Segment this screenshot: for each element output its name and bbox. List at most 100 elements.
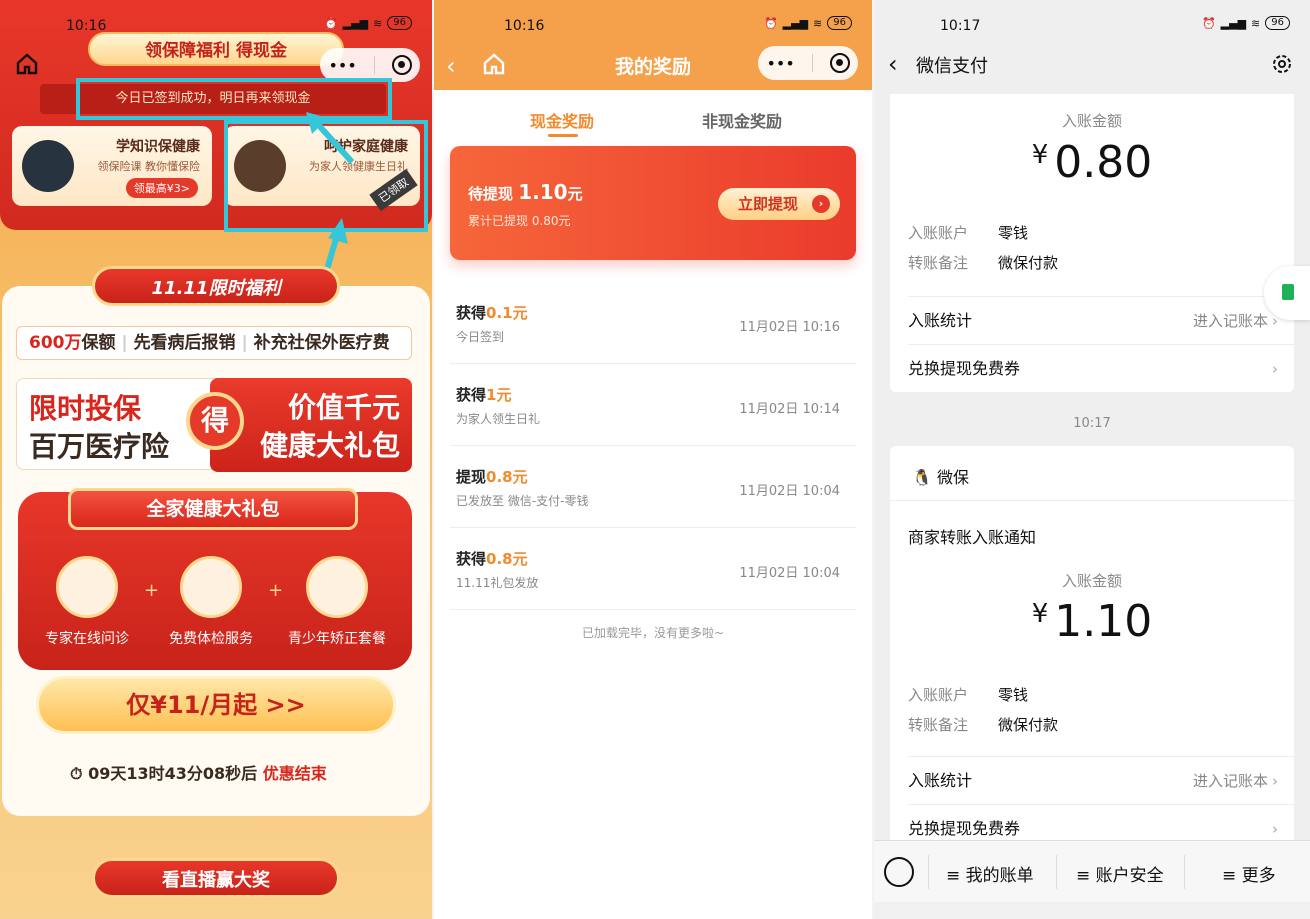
tab-cash[interactable]: 现金奖励 [530,108,594,132]
record-row: 获得0.1元 今日签到 11月02日 10:16 [450,282,856,364]
promo-left-line2: 百万医疗险 [29,430,170,463]
gear-icon[interactable] [1270,52,1294,76]
end-of-list: 已加载完毕，没有更多啦~ [581,626,725,640]
menu-account-security[interactable]: ≡ 账户安全 [1076,861,1164,886]
wifi-icon: ≋ [373,16,383,30]
status-time: 10:17 [940,18,981,34]
tag-amount: 600万 [29,333,82,353]
tag-coverage: 补充社保外医疗费 [253,333,390,353]
benefit-tags: 600万保额 | 先看病后报销 | 补充社保外医疗费 [16,326,412,360]
nav-bar-bottom [874,902,1310,919]
close-miniapp-icon[interactable] [391,55,412,75]
amount-value: ¥1.10 [1031,596,1153,647]
learn-insurance-card[interactable]: 学知识保健康 领保险课 教你懂保险 领最高¥3> [12,126,212,206]
back-icon[interactable]: ‹ [888,50,898,78]
floating-note-button[interactable] [1264,266,1310,320]
live-section-title: 看直播赢大奖 [92,858,340,898]
status-bar: 10:16 ⏰ ▂▄▆ ≋ 96 [434,14,872,38]
promo-right-line2: 健康大礼包 [259,429,400,462]
alarm-icon: ⏰ [1201,16,1216,30]
alarm-icon: ⏰ [323,16,338,30]
account-row: 入账账户 零钱 [908,686,1029,704]
subscribe-button[interactable]: 仅¥11/月起 >> [36,676,396,734]
stats-row[interactable]: 入账统计 进入记账本 › [908,296,1294,344]
rewards-page-panel: 10:16 ⏰ ▂▄▆ ≋ 96 ‹ 我的奖励 ••• 现金奖励 非现金奖励 待… [434,0,872,919]
gift-item-consult[interactable]: 专家在线问诊 [32,556,142,648]
voucher-row[interactable]: 兑换提现免费券 › [908,344,1294,392]
account-row: 入账账户 零钱 [908,224,1029,242]
section-title-1111: 11.11限时福利 [92,266,340,306]
learn-card-title: 学知识保健康 [116,139,200,155]
remark-row: 转账备注 微保付款 [908,254,1059,272]
status-icons: ⏰ ▂▄▆ ≋ 96 [1202,16,1290,30]
home-icon[interactable] [15,52,39,76]
promo-right-line1: 价值千元 [287,391,400,424]
withdraw-card: 待提现 1.10元 累计已提现 0.80元 立即提现 › [450,146,856,260]
battery-icon: 96 [387,16,412,30]
sender[interactable]: 🐧 微保 [912,464,969,488]
gift-item-orthodontic[interactable]: 青少年矫正套餐 [282,556,392,648]
withdraw-button[interactable]: 立即提现 › [718,188,840,220]
total-withdrawn: 累计已提现 0.80元 [468,214,571,228]
countdown-time: 09天13时43分08秒后 [88,764,258,783]
status-icons: ⏰ ▂▄▆ ≋ 96 [324,16,412,30]
status-time: 10:16 [504,18,545,34]
status-bar: 10:17 ⏰ ▂▄▆ ≋ 96 [874,14,1310,38]
battery-icon: 96 [827,16,852,30]
welfare-ribbon: 领保障福利 得现金 [88,32,344,66]
more-icon[interactable]: ••• [328,56,356,75]
gift-item-checkup[interactable]: 免费体检服务 [156,556,266,648]
stethoscope-icon [56,556,118,618]
amount-value: ¥0.80 [1031,137,1153,188]
get-badge: 得 [186,392,244,450]
payment-message-1: 入账金额 ¥0.80 入账账户 零钱 转账备注 微保付款 入账统计 进入记账本 › 兑… [890,94,1294,392]
document-icon [1282,284,1294,300]
tooth-icon [306,556,368,618]
signal-icon: ▂▄▆ [782,16,809,30]
signal-icon: ▂▄▆ [1220,16,1247,30]
keyboard-icon[interactable] [884,857,914,887]
penguin-avatar [22,140,74,192]
tab-noncash[interactable]: 非现金奖励 [702,108,782,132]
page-title: 微信支付 [916,56,988,77]
remark-row: 转账备注 微保付款 [908,716,1059,734]
countdown-label: 优惠结束 [262,764,327,783]
wifi-icon: ≋ [1251,16,1261,30]
notice-title: 商家转账入账通知 [908,528,1037,547]
reward-tabs: 现金奖励 非现金奖励 [434,108,872,138]
chevron-right-icon: › [1272,772,1278,790]
wechat-pay-panel: 10:17 ⏰ ▂▄▆ ≋ 96 ‹ 微信支付 入账金额 ¥0.80 入账账户零… [874,0,1310,919]
menu-my-bills[interactable]: ≡ 我的账单 [946,861,1034,886]
tag-amount-unit: 保额 [81,333,116,353]
record-row: 提现0.8元 已发放至 微信-支付-零钱 11月02日 10:04 [450,446,856,528]
tag-claim: 先看病后报销 [133,333,236,353]
chevron-right-icon: › [1272,360,1278,378]
welfare-page-panel: 10:16 ⏰ ▂▄▆ ≋ 96 领保障福利 得现金 ••• 今日已签到成功，明… [0,0,432,919]
miniapp-capsule[interactable]: ••• [758,46,858,80]
rewards-header: 10:16 ⏰ ▂▄▆ ≋ 96 ‹ 我的奖励 ••• [434,0,872,90]
chevron-right-icon: › [1272,820,1278,838]
battery-icon: 96 [1265,16,1290,30]
learn-card-subtitle: 领保险课 教你懂保险 [97,160,201,173]
amount-label: 入账金额 [1061,112,1122,130]
record-row: 获得1元 为家人领生日礼 11月02日 10:14 [450,364,856,446]
stats-row[interactable]: 入账统计 进入记账本 › [908,756,1294,804]
bottom-menu: ≡ 我的账单 ≡ 账户安全 ≡ 更多 [874,840,1310,902]
promo-left-line1: 限时投保 [29,392,142,425]
menu-more[interactable]: ≡ 更多 [1222,861,1276,886]
close-miniapp-icon[interactable] [829,53,850,73]
checklist-icon [180,556,242,618]
signal-icon: ▂▄▆ [342,16,369,30]
tab-underline [548,134,578,137]
alarm-icon: ⏰ [763,16,778,30]
gift-pack-title: 全家健康大礼包 [68,488,358,530]
plus-sign: + [268,580,284,601]
wifi-icon: ≋ [813,16,823,30]
weibao-logo-icon: 🐧 [912,468,932,487]
amount-label: 入账金额 [1061,572,1122,590]
more-icon[interactable]: ••• [766,54,794,73]
record-row: 获得0.8元 11.11礼包发放 11月02日 10:04 [450,528,856,610]
clock-icon: ⏱ [70,764,83,783]
learn-card-pill[interactable]: 领最高¥3> [125,178,198,198]
miniapp-capsule[interactable]: ••• [320,48,420,82]
